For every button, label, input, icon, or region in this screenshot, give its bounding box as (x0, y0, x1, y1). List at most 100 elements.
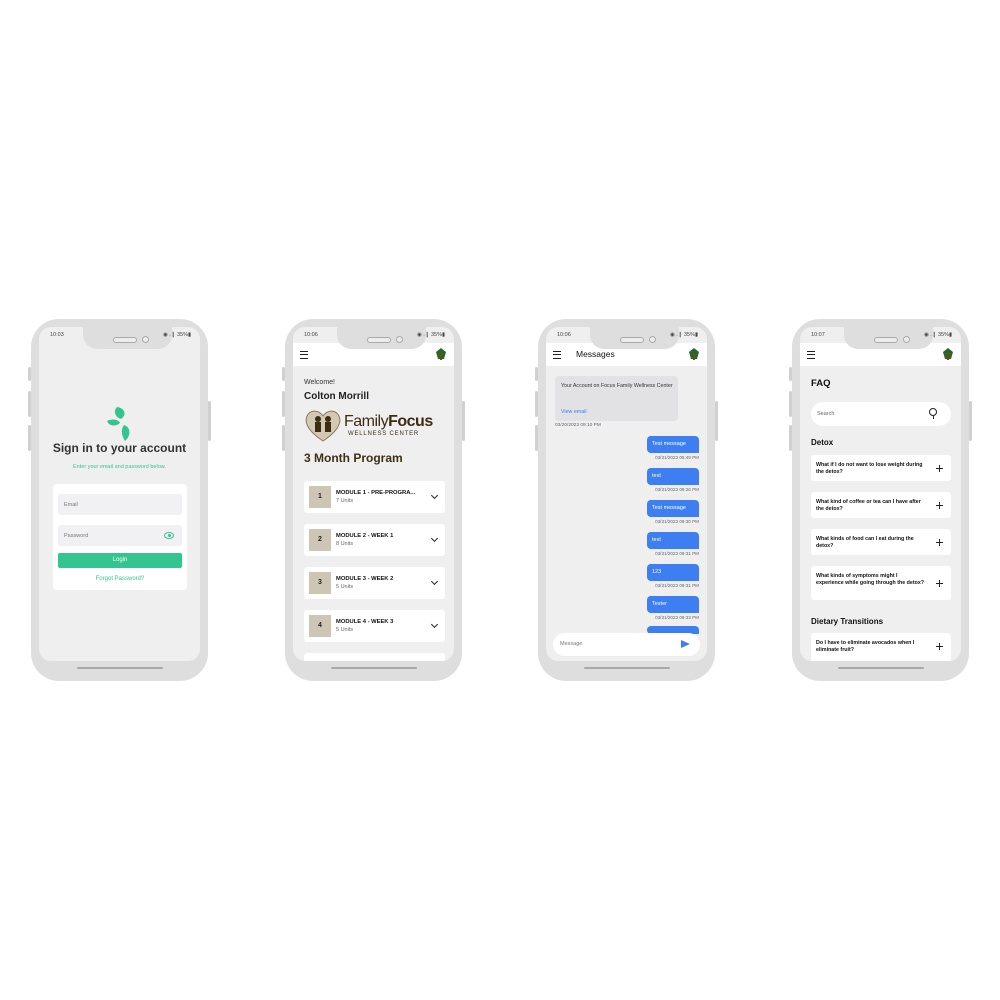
message-timestamp: 03/31/2023 09:30 PM (655, 519, 699, 524)
login-card: Email Password Login Forgot Password? (53, 484, 187, 590)
menu-icon[interactable] (300, 351, 308, 359)
user-name: Colton Morrill (304, 391, 369, 402)
plus-icon[interactable] (936, 539, 943, 546)
chevron-down-icon[interactable] (430, 534, 439, 543)
search-input[interactable]: Search (811, 402, 951, 426)
phone-side-button (28, 391, 31, 417)
app-logo-icon (689, 348, 699, 360)
chevron-down-icon[interactable] (430, 577, 439, 586)
password-placeholder: Password (64, 533, 89, 539)
faq-item[interactable]: What if I do not want to lose weight dur… (811, 455, 951, 481)
screen: 10:06 ◉ .❙ 35%▮ Messages Your Account on… (546, 327, 707, 661)
status-time: 10:03 (50, 332, 64, 338)
plus-icon[interactable] (936, 580, 943, 587)
home-indicator (77, 667, 163, 669)
page-subtitle: Enter your email and password below. (73, 464, 166, 470)
status-bar: 10:06 ◉ .❙ 35%▮ (293, 332, 454, 342)
message-text: test (652, 537, 661, 543)
message-timestamp: 03/31/2023 05:49 PM (655, 455, 699, 460)
home-indicator (584, 667, 670, 669)
plus-icon[interactable] (936, 502, 943, 509)
message-placeholder: Message (560, 641, 583, 647)
module-card-partial[interactable] (304, 653, 445, 661)
module-card[interactable]: 3 MODULE 3 - WEEK 2 5 Units (304, 567, 445, 599)
chevron-down-icon[interactable] (430, 491, 439, 500)
module-number: 3 (309, 572, 331, 594)
eye-icon[interactable] (164, 532, 174, 539)
phone-side-button (282, 425, 285, 451)
plus-icon[interactable] (936, 465, 943, 472)
menu-icon[interactable] (807, 351, 815, 359)
brand-sub: WELLNESS CENTER (348, 431, 420, 437)
message-timestamp: 03/31/2023 09:31 PM (655, 583, 699, 588)
module-number: 4 (309, 615, 331, 637)
send-icon[interactable] (681, 640, 690, 648)
status-bar: 10:06 ◉ .❙ 35%▮ (546, 332, 707, 342)
phone-side-button (789, 367, 792, 381)
chevron-down-icon[interactable] (430, 620, 439, 629)
sent-message-bubble: Test message (647, 436, 699, 453)
brand-name: FamilyFocus (344, 413, 433, 431)
screen: 10:03 ◉ .❙ 35%▮ Sign in to your account … (39, 327, 200, 661)
page-title: Messages (576, 349, 615, 359)
faq-question: What kinds of food can I eat during the … (816, 536, 914, 549)
forgot-password-link[interactable]: Forgot Password? (53, 576, 187, 582)
email-placeholder: Email (64, 502, 78, 508)
message-text: 123 (652, 569, 662, 575)
view-email-link[interactable]: View email (561, 409, 587, 415)
status-time: 10:06 (304, 332, 318, 338)
module-card[interactable]: 1 MODULE 1 - PRE-PROGRA... 7 Units (304, 481, 445, 513)
status-icons: ◉ .❙ 35%▮ (162, 332, 191, 338)
faq-item[interactable]: What kinds of food can I eat during the … (811, 529, 951, 555)
home-indicator (838, 667, 924, 669)
message-timestamp: 03/31/2023 09:26 PM (655, 487, 699, 492)
leaf-logo-icon (107, 407, 130, 441)
phone-side-button (789, 425, 792, 451)
welcome-text: Welcome! (304, 379, 335, 386)
module-title: MODULE 2 - WEEK 1 (336, 533, 394, 539)
email-field[interactable]: Email (58, 494, 182, 515)
menu-icon[interactable] (553, 351, 561, 359)
screen: 10:07 ◉ .❙ 35%▮ FAQ Search Detox What if… (800, 327, 961, 661)
faq-question: What kind of coffee or tea can I have af… (816, 499, 921, 512)
phone-power-button (462, 401, 465, 441)
module-units: 5 Units (336, 627, 354, 633)
message-input[interactable]: Message (553, 633, 700, 656)
password-field[interactable]: Password (58, 525, 182, 546)
message-text: Tester (652, 601, 667, 607)
app-logo-icon (436, 348, 446, 360)
faq-question: Do I have to eliminate avocados when I e… (816, 640, 915, 653)
status-bar: 10:03 ◉ .❙ 35%▮ (39, 332, 200, 342)
status-icons: ◉ .❙ 35%▮ (416, 332, 445, 338)
message-timestamp: 03/20/2023 09:10 PM (555, 423, 601, 428)
app-logo-icon (943, 348, 953, 360)
login-button[interactable]: Login (58, 553, 182, 568)
module-units: 5 Units (336, 584, 354, 590)
faq-item[interactable]: What kinds of symptoms might I experienc… (811, 566, 951, 600)
phone-side-button (28, 367, 31, 381)
module-number: 2 (309, 529, 331, 551)
message-text: test (652, 473, 661, 479)
module-title: MODULE 1 - PRE-PROGRA... (336, 490, 416, 496)
family-heart-icon (305, 410, 341, 442)
program-title: 3 Month Program (304, 451, 403, 465)
message-timestamp: 03/31/2023 09:31 PM (655, 551, 699, 556)
faq-item[interactable]: Do I have to eliminate avocados when I e… (811, 633, 951, 661)
plus-icon[interactable] (936, 643, 943, 650)
phone-power-button (208, 401, 211, 441)
status-time: 10:06 (557, 332, 571, 338)
message-timestamp: 03/31/2023 09:33 PM (655, 615, 699, 620)
brand-family: Family (344, 413, 389, 430)
faq-item[interactable]: What kind of coffee or tea can I have af… (811, 492, 951, 518)
faq-question: What kinds of symptoms might I experienc… (816, 573, 925, 586)
brand-logo: FamilyFocus WELLNESS CENTER (304, 407, 449, 443)
module-card[interactable]: 4 MODULE 4 - WEEK 3 5 Units (304, 610, 445, 642)
sent-message-bubble: 123 (647, 564, 699, 581)
search-icon[interactable] (929, 408, 937, 419)
module-card[interactable]: 2 MODULE 2 - WEEK 1 8 Units (304, 524, 445, 556)
phone-messages: 10:06 ◉ .❙ 35%▮ Messages Your Account on… (535, 319, 718, 681)
page-title: Sign in to your account (52, 441, 187, 455)
module-number: 1 (309, 486, 331, 508)
section-heading: Detox (811, 438, 834, 447)
sent-message-bubble: Tester (647, 596, 699, 613)
